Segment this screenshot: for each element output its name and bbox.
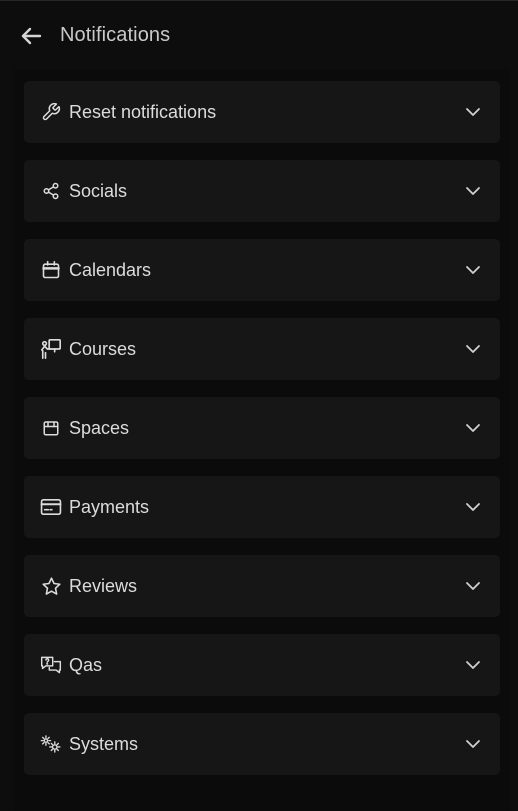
chevron-down-icon[interactable]	[464, 735, 482, 753]
arrow-left-icon	[20, 27, 42, 45]
chevron-down-icon[interactable]	[464, 261, 482, 279]
chevron-down-icon[interactable]	[464, 498, 482, 516]
chevron-down-icon[interactable]	[464, 103, 482, 121]
chevron-down-icon[interactable]	[464, 577, 482, 595]
calendar-icon	[40, 259, 62, 281]
chevron-down-icon[interactable]	[464, 419, 482, 437]
category-courses[interactable]: Courses	[24, 318, 500, 380]
category-reviews[interactable]: Reviews	[24, 555, 500, 617]
box-icon	[40, 417, 62, 439]
category-calendars[interactable]: Calendars	[24, 239, 500, 301]
chevron-down-icon[interactable]	[464, 182, 482, 200]
category-label: Courses	[69, 339, 137, 359]
notifications-window: Notifications Reset notifications Social…	[0, 0, 518, 811]
category-spaces[interactable]: Spaces	[24, 397, 500, 459]
category-label: Calendars	[69, 260, 152, 280]
category-label: Systems	[69, 734, 139, 754]
back-button[interactable]	[16, 21, 46, 51]
category-label: Reset notifications	[69, 102, 217, 122]
category-label: Reviews	[69, 576, 138, 596]
notifications-panel: Reset notifications Socials Calendars Co…	[14, 69, 510, 811]
gears-icon	[40, 733, 62, 755]
category-label: Spaces	[69, 418, 130, 438]
category-label: Payments	[69, 497, 150, 517]
teacher-board-icon	[40, 338, 62, 360]
share-icon	[40, 180, 62, 202]
category-label: Qas	[69, 655, 103, 675]
chat-question-icon	[40, 654, 62, 676]
notification-categories-list: Reset notifications Socials Calendars Co…	[24, 81, 500, 792]
category-socials[interactable]: Socials	[24, 160, 500, 222]
wrench-icon	[40, 101, 62, 123]
category-reset-notifications[interactable]: Reset notifications	[24, 81, 500, 143]
chevron-down-icon[interactable]	[464, 340, 482, 358]
category-qas[interactable]: Qas	[24, 634, 500, 696]
star-icon	[40, 575, 62, 597]
category-payments[interactable]: Payments	[24, 476, 500, 538]
category-label: Socials	[69, 181, 128, 201]
credit-card-icon	[40, 496, 62, 518]
chevron-down-icon[interactable]	[464, 656, 482, 674]
page-title: Notifications	[60, 24, 171, 46]
category-systems[interactable]: Systems	[24, 713, 500, 775]
header: Notifications	[0, 1, 518, 69]
